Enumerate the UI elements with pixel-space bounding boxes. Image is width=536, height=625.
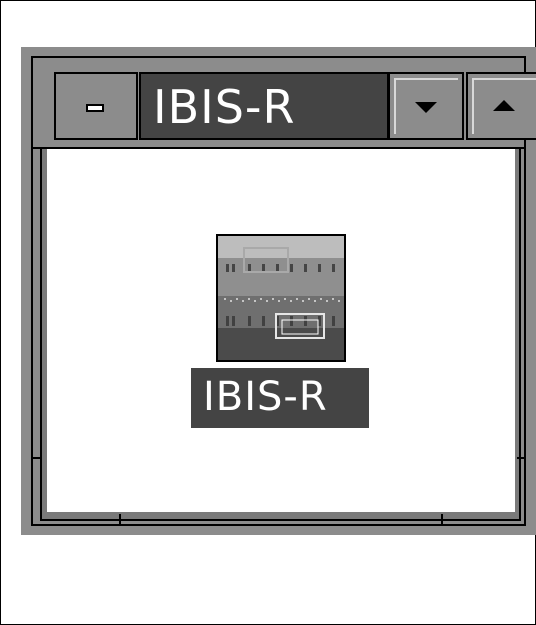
maximize-button[interactable] — [466, 72, 536, 140]
window-menu-icon — [86, 104, 104, 112]
resize-corner-tick — [119, 514, 121, 526]
minimize-button[interactable] — [388, 72, 464, 140]
ibis-r-desktop-icon[interactable] — [216, 234, 346, 364]
ibis-r-app-icon — [216, 234, 346, 362]
minimize-arrow-icon — [415, 102, 437, 113]
window-title: IBIS-R — [153, 80, 296, 134]
resize-corner-tick — [441, 514, 443, 526]
resize-corner-tick — [31, 457, 40, 459]
maximize-arrow-icon — [493, 100, 515, 111]
resize-corner-tick — [31, 147, 40, 149]
resize-corner-tick — [517, 147, 526, 149]
ibis-r-icon-label[interactable]: IBIS-R — [191, 368, 369, 428]
title-bar[interactable]: IBIS-R — [40, 67, 536, 147]
title-area[interactable]: IBIS-R — [139, 72, 389, 140]
system-menu-button[interactable] — [54, 72, 138, 140]
resize-corner-tick — [517, 457, 526, 459]
